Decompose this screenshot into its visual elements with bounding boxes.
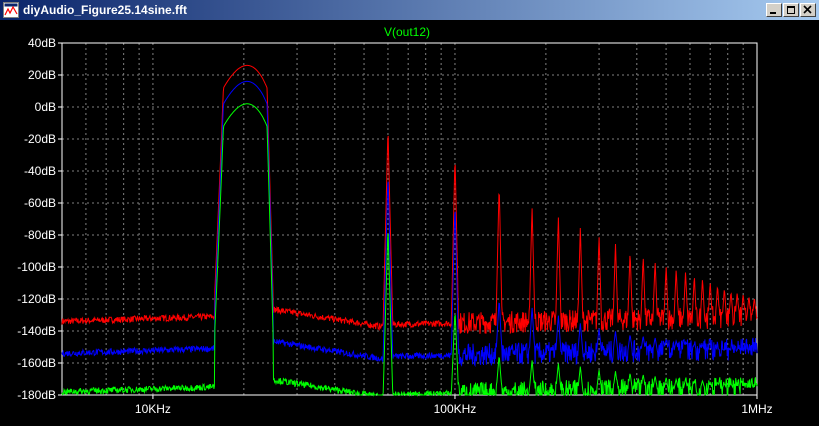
grid	[62, 42, 757, 396]
x-tick-label: 1MHz	[741, 402, 772, 416]
restore-button[interactable]	[783, 3, 799, 17]
minimize-button[interactable]	[766, 3, 782, 17]
close-icon	[803, 5, 812, 14]
window-titlebar[interactable]: diyAudio_Figure25.14sine.fft	[0, 0, 819, 20]
x-axis-ticks: 10KHz 100KHz 1MHz	[135, 395, 773, 416]
series-group	[61, 64, 758, 397]
minimize-icon	[770, 12, 776, 14]
y-tick-label: 40dB	[28, 36, 56, 50]
plot-title: V(out12)	[384, 25, 430, 39]
app-icon[interactable]	[3, 2, 19, 18]
y-axis-ticks: 40dB 20dB 0dB -20dB -40dB -60dB -80dB -100dB -12…	[17, 36, 62, 402]
x-tick-label: 100KHz	[434, 402, 477, 416]
y-tick-label: -40dB	[24, 164, 56, 178]
close-button[interactable]	[800, 3, 816, 17]
restore-icon	[787, 6, 795, 14]
plot-frame-rect	[61, 42, 758, 396]
y-tick-label: 0dB	[35, 100, 56, 114]
window-title: diyAudio_Figure25.14sine.fft	[23, 3, 188, 17]
y-tick-label: -120dB	[17, 292, 56, 306]
y-tick-label: -180dB	[17, 388, 56, 402]
y-tick-label: -140dB	[17, 324, 56, 338]
y-tick-label: -100dB	[17, 260, 56, 274]
y-tick-label: -20dB	[24, 132, 56, 146]
y-tick-label: -160dB	[17, 356, 56, 370]
plot-frame	[61, 42, 758, 396]
y-tick-label: -60dB	[24, 196, 56, 210]
x-tick-label: 10KHz	[135, 402, 171, 416]
y-tick-label: 20dB	[28, 68, 56, 82]
y-tick-label: -80dB	[24, 228, 56, 242]
plot-pane[interactable]: V(out12) 40dB 20dB 0dB -20dB -40dB -60dB -80dB…	[0, 20, 819, 422]
series-line	[61, 64, 758, 335]
fft-plot[interactable]: V(out12) 40dB 20dB 0dB -20dB -40dB -60dB -80dB…	[0, 20, 819, 422]
